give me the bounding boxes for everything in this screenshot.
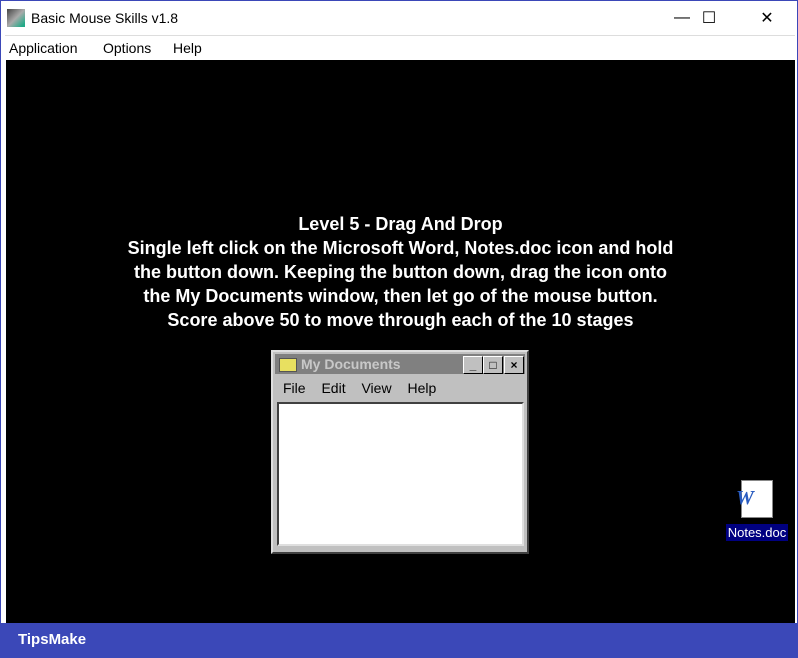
window-title: Basic Mouse Skills v1.8: [31, 10, 179, 26]
level-heading: Level 5 - Drag And Drop: [298, 214, 503, 234]
instructions: Level 5 - Drag And Drop Single left clic…: [6, 212, 795, 332]
instruction-line: the My Documents window, then let go of …: [143, 286, 658, 306]
menu-bar: Application Options Help: [5, 35, 795, 60]
title-bar: Basic Mouse Skills v1.8 — ☐ ✕: [1, 1, 797, 35]
notes-doc-label: Notes.doc: [725, 524, 789, 541]
my-documents-title: My Documents: [301, 356, 401, 372]
md-menu-file[interactable]: File: [283, 380, 306, 396]
menu-help[interactable]: Help: [173, 40, 202, 56]
close-button[interactable]: ✕: [744, 1, 790, 35]
my-documents-window[interactable]: My Documents _ □ × File Edit View Help: [271, 350, 529, 554]
md-menu-view[interactable]: View: [361, 380, 391, 396]
my-documents-menu: File Edit View Help: [283, 380, 448, 396]
instruction-line: Score above 50 to move through each of t…: [167, 310, 634, 330]
md-menu-help[interactable]: Help: [407, 380, 436, 396]
menu-options[interactable]: Options: [103, 40, 151, 56]
my-documents-drop-area[interactable]: [277, 402, 524, 546]
instruction-line: the button down. Keeping the button down…: [134, 262, 667, 282]
notes-doc-icon[interactable]: W Notes.doc: [722, 480, 792, 542]
banner-text: TipsMake: [18, 631, 87, 648]
md-close-button[interactable]: ×: [504, 356, 524, 374]
folder-icon: [279, 358, 297, 372]
md-minimize-button[interactable]: _: [463, 356, 483, 374]
maximize-button[interactable]: ☐: [686, 1, 732, 35]
word-document-icon: W: [736, 480, 773, 518]
menu-application[interactable]: Application: [9, 40, 78, 56]
app-window: Basic Mouse Skills v1.8 — ☐ ✕ Applicatio…: [0, 0, 798, 658]
app-icon: [7, 9, 25, 27]
md-menu-edit[interactable]: Edit: [321, 380, 345, 396]
instruction-line: Single left click on the Microsoft Word,…: [127, 238, 674, 258]
game-area: Level 5 - Drag And Drop Single left clic…: [6, 60, 795, 657]
my-documents-title-bar: My Documents _ □ ×: [275, 354, 525, 374]
md-maximize-button[interactable]: □: [483, 356, 503, 374]
watermark-banner: TipsMake: [0, 623, 798, 658]
